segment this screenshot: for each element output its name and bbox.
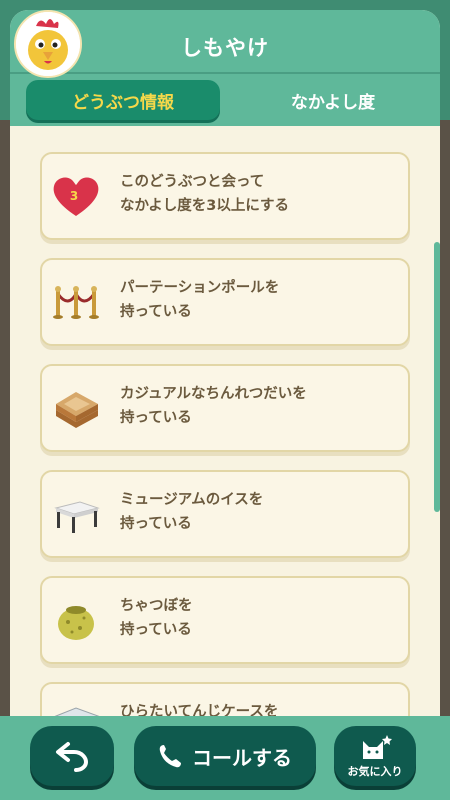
item-label: カジュアルなちんれつだいを 持っている <box>120 386 307 426</box>
tab-animal-info[interactable]: どうぶつ情報 <box>26 80 220 120</box>
cat-star-icon <box>363 735 392 759</box>
svg-text:3: 3 <box>70 189 78 203</box>
heart-icon: 3 <box>50 172 102 220</box>
villager-panel: しもやけ どうぶつ情報 なかよし度 3 このどうぶつと会って なかよし度を3以上… <box>10 10 440 800</box>
requirement-list: 3 このどうぶつと会って なかよし度を3以上にする パーテーションポールを 持っ… <box>10 126 440 726</box>
back-arrow-icon <box>56 742 89 772</box>
display-stand-icon <box>50 384 102 432</box>
favorite-button[interactable]: お気に入り <box>334 726 416 786</box>
list-item[interactable]: カジュアルなちんれつだいを 持っている <box>40 364 410 452</box>
list-item[interactable]: パーテーションポールを 持っている <box>40 258 410 346</box>
phone-icon <box>159 745 181 768</box>
favorite-label: お気に入り <box>347 765 403 778</box>
item-label: ミュージアムのイスを 持っている <box>120 492 264 532</box>
museum-chair-icon <box>50 490 102 538</box>
list-item[interactable]: 3 このどうぶつと会って なかよし度を3以上にする <box>40 152 410 240</box>
avatar[interactable] <box>14 10 82 78</box>
header-divider <box>10 72 440 74</box>
list-item[interactable]: ちゃつぼを 持っている <box>40 576 410 664</box>
list-item[interactable]: ミュージアムのイスを 持っている <box>40 470 410 558</box>
item-label: パーテーションポールを 持っている <box>120 280 280 320</box>
item-label: ちゃつぼを 持っている <box>120 598 193 638</box>
tea-jar-icon <box>50 596 102 644</box>
back-button[interactable] <box>30 726 114 786</box>
item-label: このどうぶつと会って なかよし度を3以上にする <box>120 174 290 214</box>
call-button[interactable]: コールする <box>134 726 316 786</box>
tab-friendship[interactable]: なかよし度 <box>236 80 430 120</box>
footer-bar: コールする お気に入り <box>0 716 450 800</box>
chicken-avatar-icon <box>16 12 80 76</box>
partition-pole-icon <box>50 278 102 326</box>
scrollbar[interactable] <box>434 242 440 512</box>
call-label: コールする <box>192 745 292 770</box>
